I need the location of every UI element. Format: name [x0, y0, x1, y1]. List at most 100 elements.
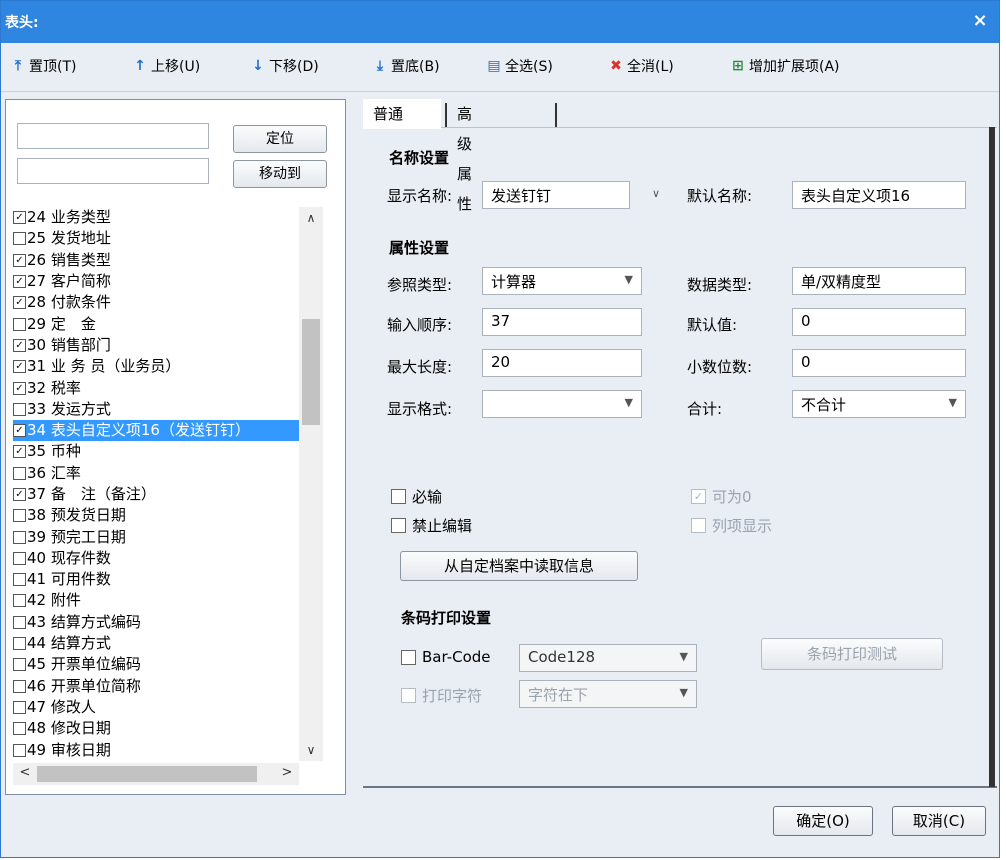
checkbox-box[interactable]: [13, 594, 26, 608]
checkmark-icon[interactable]: ✓: [13, 275, 26, 289]
tab-general[interactable]: 普通: [363, 99, 441, 129]
checkmark-icon[interactable]: ✓: [13, 211, 26, 225]
close-button[interactable]: ×: [969, 10, 991, 31]
checkmark-icon[interactable]: ✓: [13, 424, 26, 438]
move-down-button[interactable]: ↓ 下移(D): [251, 54, 319, 78]
tab-advanced[interactable]: 高级属性: [447, 99, 482, 213]
move-bottom-button[interactable]: ⤓ 置底(B): [373, 54, 440, 78]
list-horizontal-scrollbar[interactable]: < >: [13, 763, 299, 785]
move-to-input[interactable]: [17, 158, 209, 184]
checkbox-box[interactable]: [13, 637, 26, 651]
list-item[interactable]: 49 审核日期: [13, 739, 299, 760]
locate-input[interactable]: [17, 123, 209, 149]
checkmark-icon[interactable]: ✓: [13, 445, 26, 459]
panel-scrollbar[interactable]: [989, 127, 995, 787]
barcode-checkbox[interactable]: Bar-Code: [401, 648, 491, 666]
list-item[interactable]: 29 定 金: [13, 313, 299, 334]
checkbox-box[interactable]: [13, 700, 26, 714]
checkbox-box[interactable]: [13, 658, 26, 672]
list-vertical-scrollbar[interactable]: ∧ ∨: [299, 207, 323, 761]
h-scroll-thumb[interactable]: [37, 766, 257, 782]
format-select[interactable]: ▼: [482, 390, 642, 418]
column-display-checkbox[interactable]: 列项显示: [691, 515, 772, 536]
no-edit-checkbox[interactable]: 禁止编辑: [391, 515, 472, 536]
move-up-button[interactable]: ↑ 上移(U): [133, 54, 200, 78]
checkbox-box[interactable]: [13, 722, 26, 736]
required-checkbox[interactable]: 必输: [391, 486, 442, 507]
list-item[interactable]: ✓ 32 税率: [13, 377, 299, 398]
list-item[interactable]: 41 可用件数: [13, 569, 299, 590]
cancel-button[interactable]: 取消(C): [892, 806, 986, 836]
checkbox-box[interactable]: [13, 573, 26, 587]
list-item[interactable]: 43 结算方式编码: [13, 612, 299, 633]
checkbox-box[interactable]: [13, 743, 26, 757]
display-name-field[interactable]: 发送钉钉: [482, 181, 630, 209]
checkbox-box[interactable]: [13, 317, 26, 331]
decimals-field[interactable]: 0: [792, 349, 966, 377]
checkbox-box[interactable]: [13, 509, 26, 523]
checkmark-icon[interactable]: ✓: [13, 360, 26, 374]
input-order-field[interactable]: 37: [482, 308, 642, 336]
list-item[interactable]: 39 预完工日期: [13, 526, 299, 547]
barcode-type-select[interactable]: Code128 ▼: [519, 644, 697, 672]
clear-all-button[interactable]: ✖ 全消(L): [609, 54, 674, 78]
total-select[interactable]: 不合计 ▼: [792, 390, 966, 418]
default-value-field[interactable]: 0: [792, 308, 966, 336]
move-to-button[interactable]: 移动到: [233, 160, 327, 188]
list-item[interactable]: 25 发货地址: [13, 228, 299, 249]
window-title: 表头:: [5, 15, 39, 31]
checkbox-box[interactable]: [13, 551, 26, 565]
checkbox-box[interactable]: [13, 615, 26, 629]
list-item[interactable]: ✓ 27 客户简称: [13, 271, 299, 292]
read-archive-button[interactable]: 从自定档案中读取信息: [400, 551, 638, 581]
list-item[interactable]: ✓ 35 币种: [13, 441, 299, 462]
list-item[interactable]: 45 开票单位编码: [13, 654, 299, 675]
checkmark-icon[interactable]: ✓: [13, 338, 26, 352]
checkbox-box[interactable]: [13, 530, 26, 544]
barcode-test-button[interactable]: 条码打印测试: [761, 638, 943, 670]
list-item[interactable]: 33 发运方式: [13, 399, 299, 420]
checkbox-box[interactable]: [13, 402, 26, 416]
scroll-thumb[interactable]: [302, 319, 320, 425]
list-item[interactable]: ✓ 30 销售部门: [13, 335, 299, 356]
scroll-left-icon[interactable]: <: [15, 765, 35, 780]
list-item[interactable]: 42 附件: [13, 590, 299, 611]
list-item[interactable]: 44 结算方式: [13, 633, 299, 654]
checkmark-icon[interactable]: ✓: [13, 253, 26, 267]
list-item[interactable]: 48 修改日期: [13, 718, 299, 739]
list-item[interactable]: ✓ 26 销售类型: [13, 250, 299, 271]
list-item-label: 45 开票单位编码: [27, 655, 141, 674]
allow-zero-checkbox[interactable]: ✓ 可为0: [691, 486, 752, 507]
checkmark-icon[interactable]: ✓: [13, 381, 26, 395]
ref-type-select[interactable]: 计算器 ▼: [482, 267, 642, 295]
list-item[interactable]: 47 修改人: [13, 697, 299, 718]
add-extension-button[interactable]: ⊞ 增加扩展项(A): [731, 54, 839, 78]
print-char-select[interactable]: 字符在下 ▼: [519, 680, 697, 708]
checkbox-box[interactable]: [13, 679, 26, 693]
ok-button[interactable]: 确定(O): [773, 806, 873, 836]
checkmark-icon[interactable]: ✓: [13, 488, 26, 501]
move-top-button[interactable]: ⤒ 置顶(T): [11, 54, 77, 78]
list-item[interactable]: ✓ 34 表头自定义项16（发送钉钉）: [13, 419, 299, 442]
list-item[interactable]: 38 预发货日期: [13, 505, 299, 526]
data-type-field[interactable]: 单/双精度型: [792, 267, 966, 295]
list-item[interactable]: ✓ 37 备 注（备注）: [13, 484, 299, 505]
checkbox-box[interactable]: [13, 466, 26, 480]
scroll-right-icon[interactable]: >: [277, 765, 297, 780]
list-item[interactable]: 40 现存件数: [13, 548, 299, 569]
list-item[interactable]: ✓ 31 业 务 员（业务员）: [13, 356, 299, 377]
default-name-field[interactable]: 表头自定义项16: [792, 181, 966, 209]
select-all-button[interactable]: ▤ 全选(S): [487, 54, 552, 78]
max-length-field[interactable]: 20: [482, 349, 642, 377]
scroll-up-icon[interactable]: ∧: [299, 211, 323, 225]
list-item[interactable]: ✓ 28 付款条件: [13, 292, 299, 313]
list-item[interactable]: 46 开票单位简称: [13, 676, 299, 697]
checkbox-box[interactable]: [13, 232, 26, 246]
list-item[interactable]: ✓ 24 业务类型: [13, 207, 299, 228]
chevron-down-icon[interactable]: ∨: [652, 187, 660, 200]
list-item[interactable]: 36 汇率: [13, 463, 299, 484]
print-char-checkbox[interactable]: 打印字符: [401, 685, 482, 706]
scroll-down-icon[interactable]: ∨: [299, 743, 323, 757]
checkmark-icon[interactable]: ✓: [13, 296, 26, 310]
locate-button[interactable]: 定位: [233, 125, 327, 153]
